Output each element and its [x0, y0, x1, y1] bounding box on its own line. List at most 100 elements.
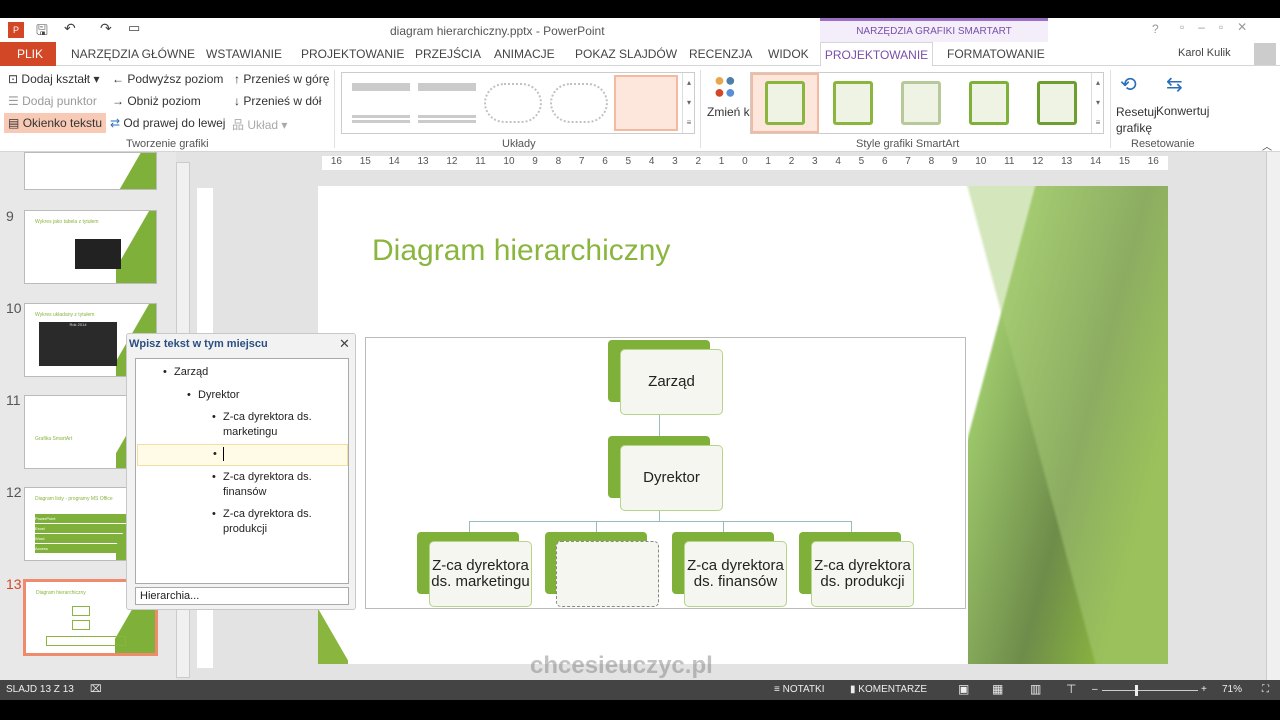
bullet-item[interactable]: Z-ca dyrektora ds. marketingu — [212, 410, 343, 440]
demote-button[interactable]: → Obniż poziom — [112, 94, 201, 108]
redo-icon[interactable]: ↷ — [100, 20, 112, 37]
thumbnail-slide-8[interactable] — [24, 152, 157, 190]
add-bullet-button[interactable]: ☰ Dodaj punktor — [8, 94, 97, 108]
tab-smartart-format[interactable]: FORMATOWANIE — [947, 47, 1045, 61]
slide-sorter-icon[interactable]: ▦ — [992, 682, 1003, 696]
help-button[interactable]: ? — [1152, 22, 1159, 36]
convert-button[interactable]: Konwertuj — [1156, 104, 1209, 118]
bullet-item[interactable]: Z-ca dyrektora ds. finansów — [212, 470, 343, 500]
status-bar: SLAJD 13 Z 13 ⌧ ≡ NOTATKI ▮ KOMENTARZE ▣… — [0, 680, 1280, 700]
tab-view[interactable]: WIDOK — [768, 47, 809, 61]
ruler-tick: 0 — [742, 156, 748, 167]
slide-counter: SLAJD 13 Z 13 — [6, 684, 74, 695]
bullet-item[interactable]: Zarząd — [163, 365, 208, 380]
ribbon: ⊡ Dodaj kształt ▾ ☰ Dodaj punktor ▤ Okie… — [0, 66, 1280, 153]
save-icon[interactable]: 🖫 — [36, 20, 48, 44]
bullet-item[interactable]: Dyrektor — [187, 388, 239, 403]
tab-home[interactable]: NARZĘDZIA GŁÓWNE — [71, 47, 195, 61]
powerpoint-logo-icon: P — [8, 22, 24, 38]
reset-graphic-button[interactable]: Resetuj grafikę — [1116, 104, 1157, 136]
node-mid[interactable]: Dyrektor — [620, 445, 723, 511]
divider — [334, 70, 335, 148]
move-down-button[interactable]: ↓ Przenieś w dół — [234, 94, 321, 108]
tab-file[interactable]: PLIK — [0, 42, 56, 66]
group-label: Resetowanie — [1131, 138, 1195, 150]
style-option[interactable] — [901, 81, 941, 125]
fit-slide-icon[interactable]: ⛶ — [1262, 684, 1269, 695]
slide-number: 11 — [6, 392, 21, 408]
ruler-tick: 13 — [417, 156, 429, 167]
notes-button[interactable]: ≡ NOTATKI — [774, 684, 824, 695]
text-pane-title: Wpisz tekst w tym miejscu — [129, 338, 268, 350]
gallery-scroll[interactable]: ▴ ▾ ≡ — [1091, 73, 1104, 133]
layout-name-link[interactable]: Hierarchia... — [135, 587, 349, 605]
tab-design[interactable]: PROJEKTOWANIE — [301, 47, 404, 61]
tab-smartart-design[interactable]: PROJEKTOWANIE — [820, 42, 933, 67]
node-top[interactable]: Zarząd — [620, 349, 723, 415]
window-controls[interactable]: ▫–▫✕ — [1180, 20, 1261, 34]
text-pane-button[interactable]: ▤ Okienko tekstu — [4, 113, 107, 133]
text-pane-editor[interactable]: Zarząd Dyrektor Z-ca dyrektora ds. marke… — [135, 358, 349, 584]
user-name[interactable]: Karol Kulik — [1178, 47, 1231, 59]
layout-button[interactable]: 品 Układ ▾ — [232, 116, 287, 133]
node-child[interactable]: Z-ca dyrektora ds. finansów — [684, 541, 787, 607]
ruler-tick: 1 — [718, 156, 725, 167]
tab-review[interactable]: RECENZJA — [689, 47, 752, 61]
bullet-item-editing[interactable] — [213, 447, 224, 462]
ruler-tick: 8 — [928, 156, 935, 167]
gallery-scroll[interactable]: ▴ ▾ ≡ — [682, 73, 695, 133]
move-up-button[interactable]: ↑ Przenieś w górę — [234, 72, 329, 86]
layout-option-3[interactable] — [484, 83, 542, 123]
zoom-in-button[interactable]: + — [1201, 684, 1207, 695]
label: Przenieś w dół — [243, 94, 322, 108]
thumbnail-slide-9[interactable]: Wykres jako tabela z tytułem — [24, 210, 157, 284]
node-child-selected[interactable] — [556, 541, 659, 607]
horizontal-ruler: 16 15 14 13 12 11 10 9 8 7 6 5 4 3 2 1 0 1 2 3 4 5 6 7 8 9 10 11 12 1… — [322, 156, 1168, 170]
bullet-item[interactable]: Z-ca dyrektora ds. produkcji — [212, 507, 343, 537]
right-to-left-button[interactable]: ⇄ Od prawej do lewej — [110, 116, 225, 130]
promote-button[interactable]: ← Podwyższ poziom — [112, 72, 223, 86]
tab-slideshow[interactable]: POKAZ SLAJDÓW — [575, 47, 677, 61]
zoom-slider[interactable] — [1102, 690, 1198, 691]
avatar[interactable] — [1254, 43, 1276, 65]
slide-title[interactable]: Diagram hierarchiczny — [372, 234, 670, 268]
label: Od prawej do lewej — [123, 116, 226, 130]
layout-option-hierarchy-selected[interactable] — [614, 75, 678, 131]
label: Przenieś w górę — [243, 72, 330, 86]
node-child[interactable]: Z-ca dyrektora ds. produkcji — [811, 541, 914, 607]
layout-option-4[interactable] — [550, 83, 608, 123]
comments-button[interactable]: ▮ KOMENTARZE — [850, 684, 927, 695]
ruler-tick: 14 — [388, 156, 400, 167]
close-icon[interactable]: ✕ — [339, 336, 350, 352]
tab-animations[interactable]: ANIMACJE — [494, 47, 555, 61]
add-bullet-icon: ☰ — [8, 94, 19, 108]
tab-insert[interactable]: WSTAWIANIE — [206, 47, 282, 61]
slideshow-view-icon[interactable]: ⊤ — [1066, 682, 1076, 696]
collapse-ribbon-icon[interactable]: ︿ — [1262, 138, 1272, 153]
spellcheck-icon[interactable]: ⌧ — [90, 684, 102, 695]
layout-option-1[interactable] — [352, 83, 410, 123]
add-shape-button[interactable]: ⊡ Dodaj kształt ▾ — [8, 72, 99, 86]
style-option[interactable] — [969, 81, 1009, 125]
style-option[interactable] — [833, 81, 873, 125]
ruler-tick: 2 — [788, 156, 795, 167]
slideshow-icon[interactable]: ▭ — [128, 20, 140, 36]
ruler-tick: 3 — [672, 156, 678, 167]
group-label: Style grafiki SmartArt — [856, 138, 960, 150]
tab-transitions[interactable]: PRZEJŚCIA — [415, 47, 481, 61]
reading-view-icon[interactable]: ▥ — [1030, 682, 1041, 696]
undo-icon[interactable]: ↶ — [64, 20, 76, 37]
node-child[interactable]: Z-ca dyrektora ds. marketingu — [429, 541, 532, 607]
zoom-out-button[interactable]: – — [1092, 684, 1098, 695]
normal-view-icon[interactable]: ▣ — [958, 682, 969, 696]
layouts-gallery[interactable]: ▴ ▾ ≡ — [341, 72, 695, 134]
style-option[interactable] — [1037, 81, 1077, 125]
ruler-tick: 6 — [602, 156, 608, 167]
zoom-level[interactable]: 71% — [1222, 684, 1242, 695]
smartart-styles-gallery[interactable]: ▴ ▾ ≡ — [750, 72, 1104, 134]
zoom-slider-thumb[interactable] — [1135, 685, 1139, 696]
layout-option-2[interactable] — [418, 83, 476, 123]
ruler-tick: 14 — [1089, 156, 1102, 167]
ruler-tick: 6 — [881, 156, 888, 167]
main-scrollbar[interactable] — [1266, 152, 1280, 680]
